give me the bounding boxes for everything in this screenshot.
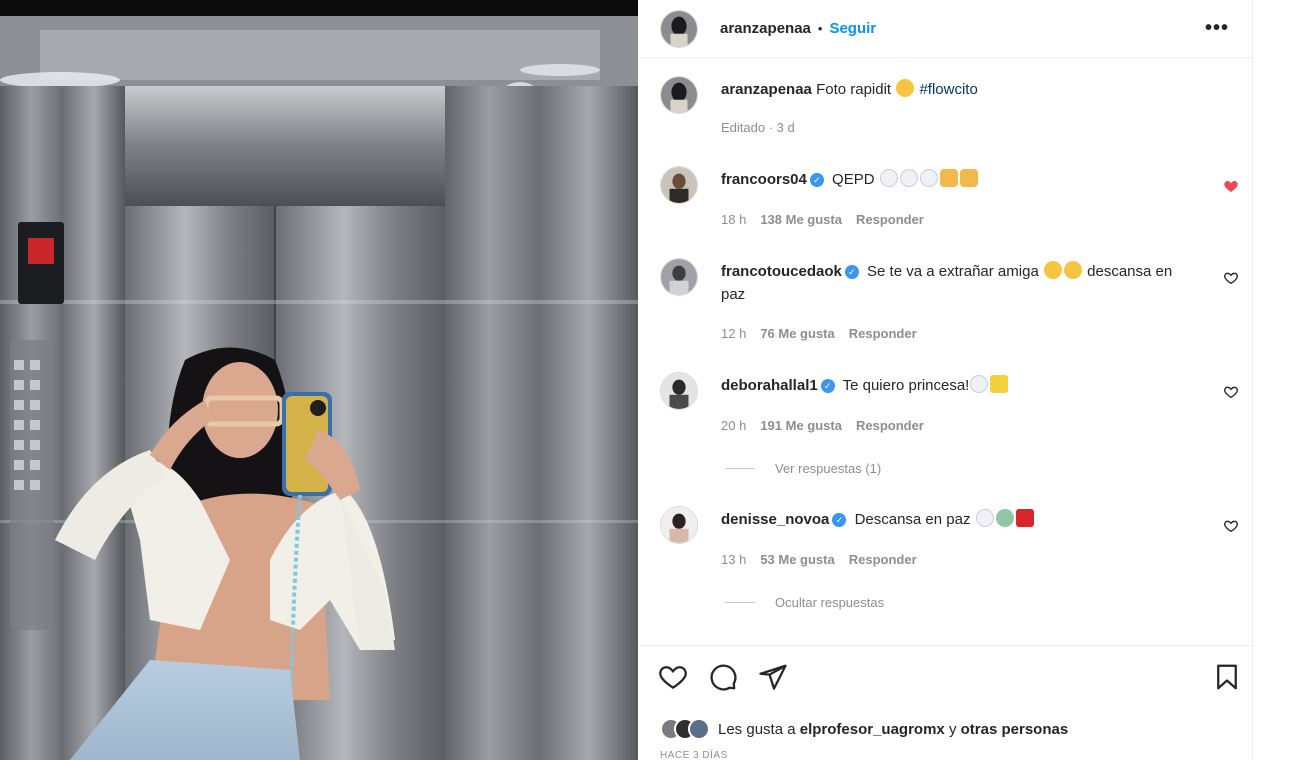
comment-body: Descansa en paz <box>854 511 971 528</box>
comment-username[interactable]: francotoucedaok <box>721 263 842 280</box>
comment-username[interactable]: denisse_novoa <box>721 511 829 528</box>
avatar[interactable] <box>660 76 698 114</box>
verified-badge-icon: ✓ <box>832 513 847 527</box>
likes-prefix: Les gusta a <box>718 720 796 738</box>
liker-avatars[interactable] <box>660 718 710 740</box>
more-options-icon[interactable]: ••• <box>1205 18 1229 38</box>
angel-face-icon <box>995 509 1014 527</box>
liker-username[interactable]: elprofesor_uagromx <box>800 721 945 738</box>
red-heart-icon <box>1015 509 1034 527</box>
verified-badge-icon: ✓ <box>809 173 824 187</box>
reply-button[interactable]: Responder <box>856 418 924 433</box>
caption-body: Foto rapidit <box>816 81 892 98</box>
verified-badge-icon: ✓ <box>820 379 835 393</box>
hide-replies-button[interactable]: Ocultar respuestas <box>725 595 884 610</box>
comment-likes[interactable]: 191 Me gusta <box>760 418 842 433</box>
thread-line <box>725 602 755 603</box>
avatar[interactable] <box>660 372 698 410</box>
comment-age: 20 h <box>721 418 747 433</box>
avatar[interactable] <box>660 9 698 48</box>
dove-icon <box>919 169 938 187</box>
separator-dot: • <box>817 21 823 36</box>
caption-meta: Editado · 3 d <box>721 120 795 135</box>
comment-username[interactable]: deborahallal1 <box>721 377 818 394</box>
comment-likes[interactable]: 76 Me gusta <box>760 326 834 341</box>
post-detail-panel: aranzapenaa • Seguir ••• aranzapenaa Fot… <box>638 0 1253 760</box>
dove-icon <box>879 169 898 187</box>
comment-icon[interactable] <box>708 662 738 692</box>
hashtag-link[interactable]: #flowcito <box>919 81 977 98</box>
comment-text: denisse_novoa ✓ Descansa en paz <box>721 508 1193 531</box>
reply-button[interactable]: Responder <box>849 552 917 567</box>
post-actions-bar: Les gusta a elprofesor_uagromx y otras p… <box>638 645 1253 760</box>
avatar <box>688 718 710 740</box>
heart-icon[interactable] <box>1223 518 1239 534</box>
heart-icon[interactable] <box>1223 270 1239 286</box>
post-photo[interactable] <box>0 0 638 760</box>
comment-text: deborahallal1 ✓ Te quiero princesa! <box>721 374 1193 397</box>
reply-button[interactable]: Responder <box>856 212 924 227</box>
post-age: HACE 3 DÍAS <box>660 750 728 760</box>
caption-text: aranzapenaa Foto rapidit #flowcito <box>721 78 1193 101</box>
hide-replies-label: Ocultar respuestas <box>775 595 885 610</box>
likes-summary: Les gusta a elprofesor_uagromx y otras p… <box>660 718 1068 740</box>
author-username[interactable]: aranzapenaa <box>720 20 811 37</box>
heart-icon[interactable] <box>658 662 688 692</box>
follow-button[interactable]: Seguir <box>829 20 876 37</box>
comment-meta: 18 h 138 Me gusta Responder <box>721 212 924 227</box>
comment-meta: 20 h 191 Me gusta Responder <box>721 418 924 433</box>
dove-icon <box>975 509 994 527</box>
view-replies-label: Ver respuestas (1) <box>775 461 882 476</box>
caption-username[interactable]: aranzapenaa <box>721 81 812 98</box>
comment-username[interactable]: francoors04 <box>721 171 807 188</box>
page-gutter <box>1253 0 1300 760</box>
dove-icon <box>970 375 989 393</box>
verified-badge-icon: ✓ <box>844 265 859 279</box>
comment-body: QEPD <box>832 171 875 188</box>
comment-meta: 13 h 53 Me gusta Responder <box>721 552 917 567</box>
avatar[interactable] <box>660 506 698 544</box>
likes-conjunction: y <box>948 720 957 738</box>
view-replies-button[interactable]: Ver respuestas (1) <box>725 461 881 476</box>
comment-text: francoors04 ✓ QEPD <box>721 168 1193 191</box>
comment-age: 18 h <box>721 212 747 227</box>
comment-age: 13 h <box>721 552 747 567</box>
comment-age: 12 h <box>721 326 747 341</box>
share-icon[interactable] <box>758 662 788 692</box>
comment-text: francotoucedaok ✓ Se te va a extrañar ami… <box>721 260 1193 306</box>
avatar[interactable] <box>660 166 698 204</box>
reply-button[interactable]: Responder <box>849 326 917 341</box>
liked-heart-icon[interactable] <box>1223 178 1239 194</box>
avatar[interactable] <box>660 258 698 296</box>
sad-face-icon <box>1043 261 1062 279</box>
elevator-selfie-image <box>0 0 638 760</box>
comment-body: Se te va a extrañar amiga <box>867 263 1039 280</box>
comment-likes[interactable]: 138 Me gusta <box>760 212 842 227</box>
heart-icon[interactable] <box>1223 384 1239 400</box>
sparkle-star-icon <box>990 375 1009 393</box>
folded-hands-icon <box>939 169 958 187</box>
comment-likes[interactable]: 53 Me gusta <box>760 552 834 567</box>
comment-meta: 12 h 76 Me gusta Responder <box>721 326 917 341</box>
thread-line <box>725 468 755 469</box>
dove-icon <box>899 169 918 187</box>
bookmark-icon[interactable] <box>1212 662 1242 692</box>
other-likers-link[interactable]: otras personas <box>961 721 1069 738</box>
folded-hands-icon <box>959 169 978 187</box>
comment-body: Te quiero princesa! <box>842 377 970 394</box>
laughing-face-icon <box>896 79 915 97</box>
post-header: aranzapenaa • Seguir ••• <box>638 0 1253 58</box>
sad-face-icon <box>1063 261 1082 279</box>
